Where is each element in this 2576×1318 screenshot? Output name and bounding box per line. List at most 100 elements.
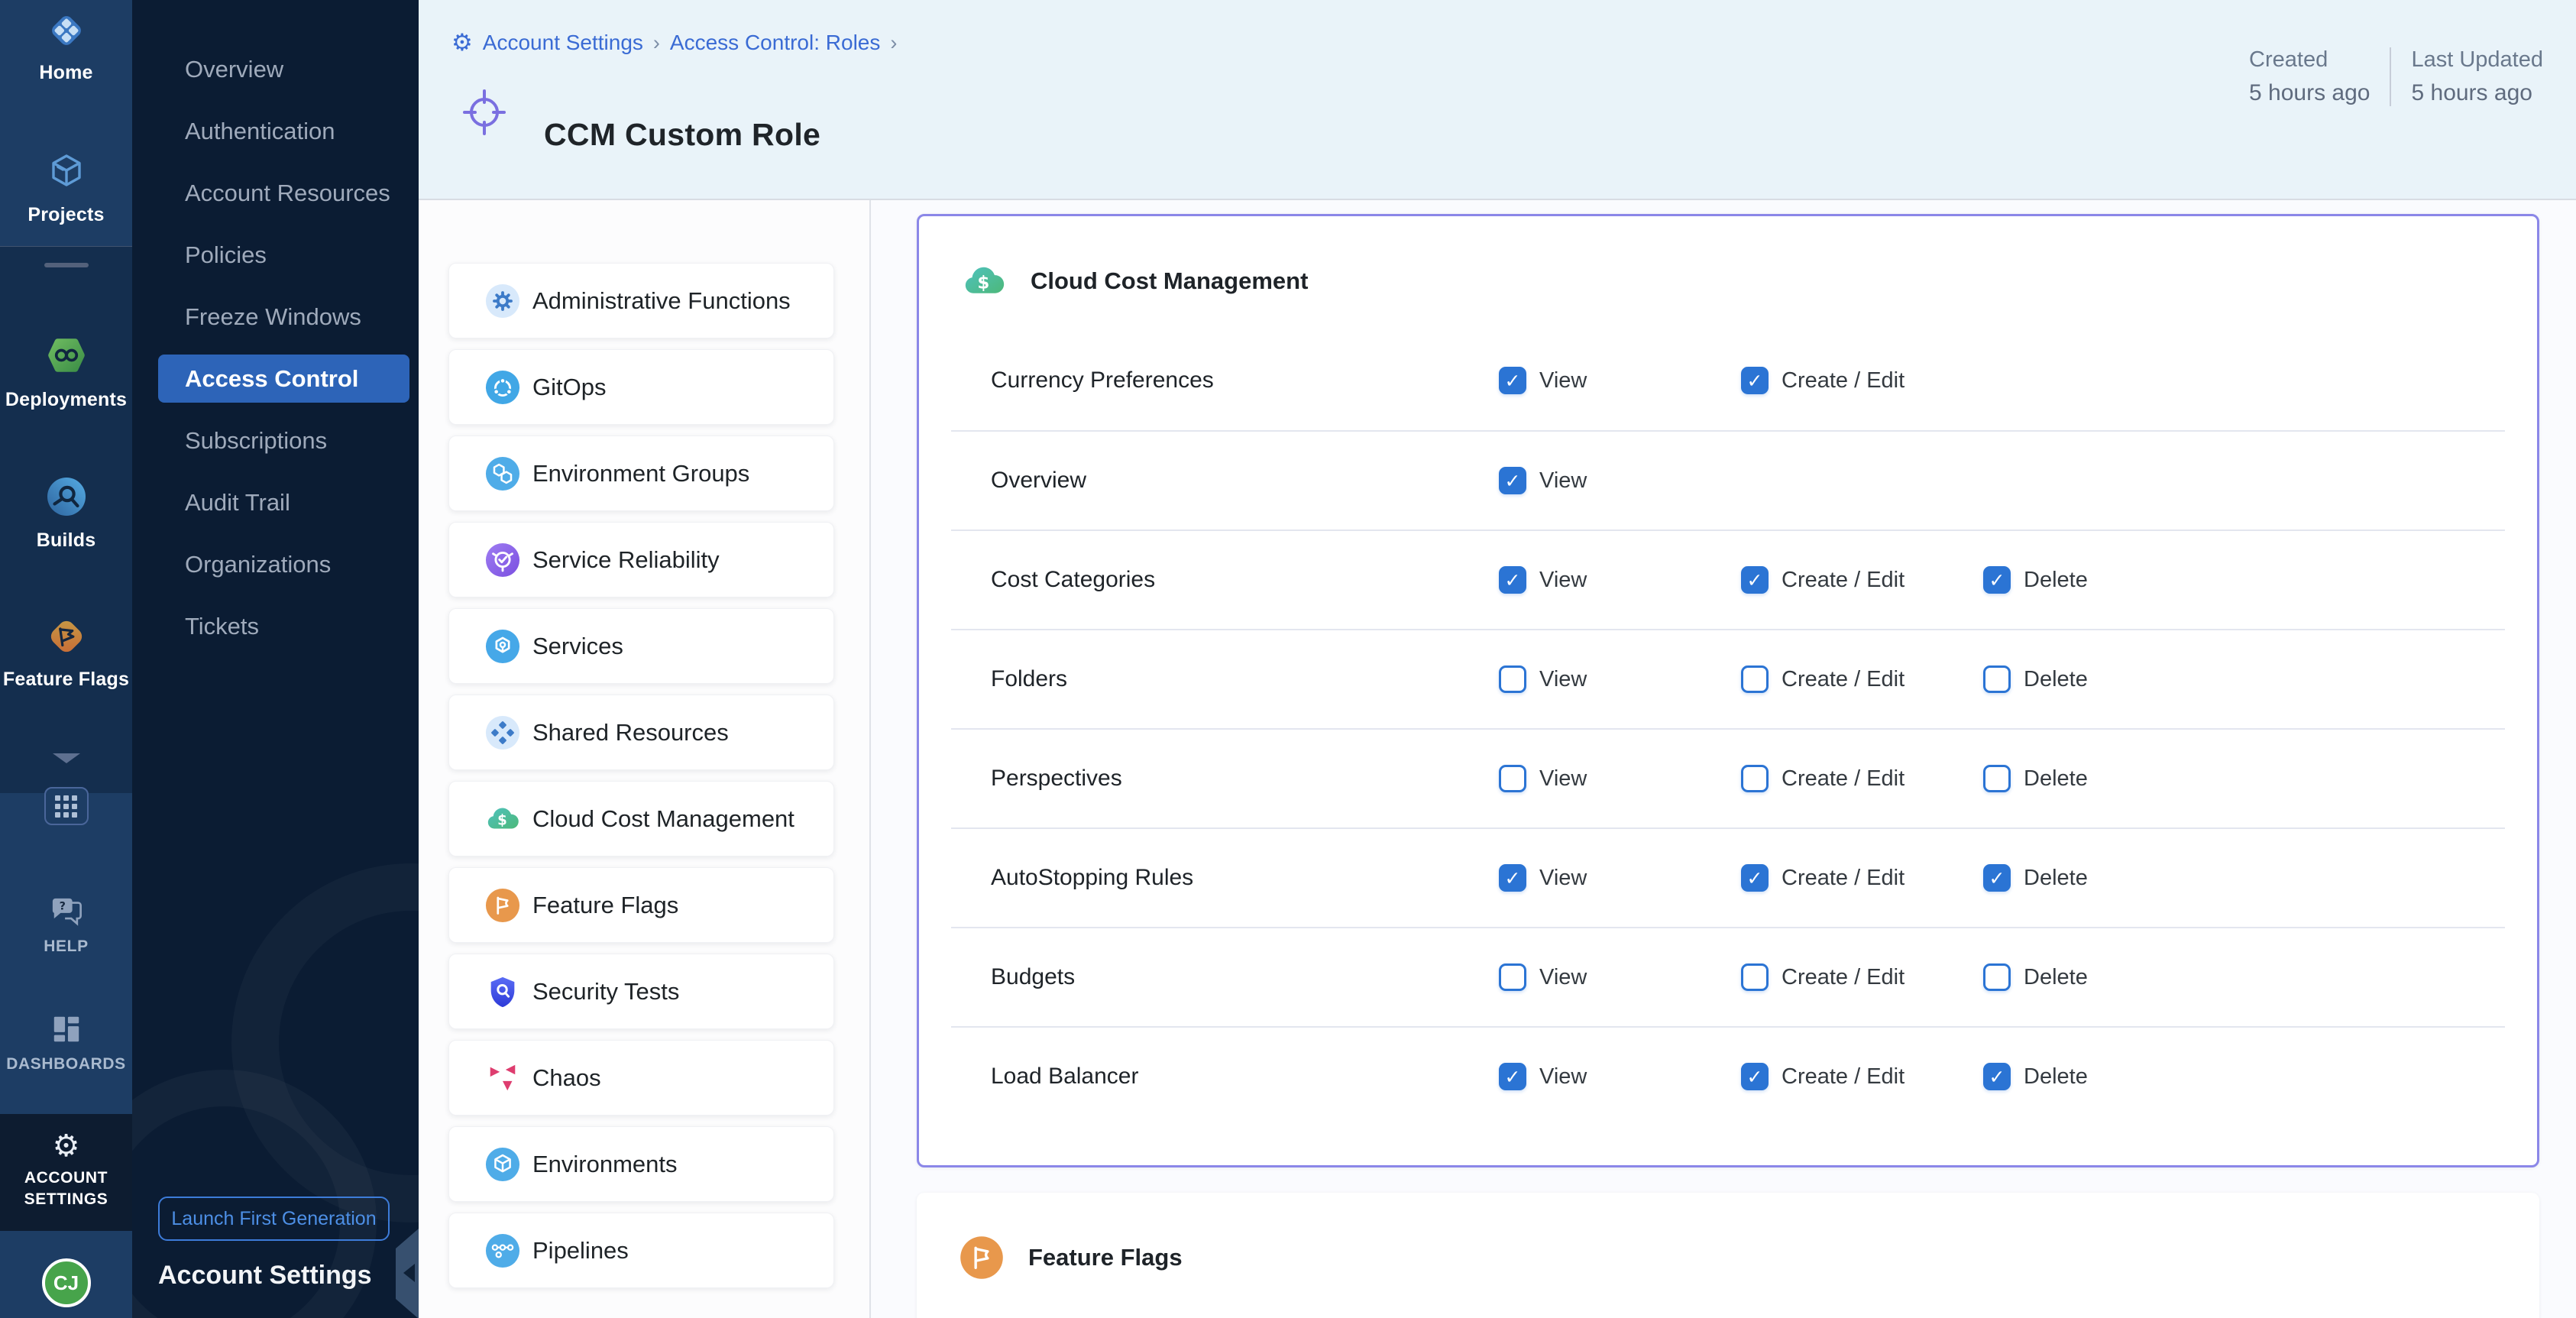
ccm-cloud-icon: $: [485, 801, 520, 837]
resource-label: Perspectives: [991, 766, 1122, 792]
resource-group-card[interactable]: GitOps: [448, 349, 834, 425]
all-modules-button[interactable]: [44, 787, 89, 825]
permission-toggle[interactable]: ✓ Delete: [1983, 864, 2088, 892]
permission-row: Currency Preferences ✓ View ✓ Create / E…: [951, 331, 2505, 430]
permission-toggle[interactable]: ✓ View: [1499, 367, 1587, 394]
permission-label: View: [1539, 468, 1587, 494]
settings-nav-item[interactable]: Overview: [132, 38, 419, 100]
permission-toggle[interactable]: Create / Edit: [1741, 765, 1904, 792]
permission-label: Delete: [2024, 1064, 2088, 1090]
permission-toggle[interactable]: ✓ Delete: [1983, 1063, 2088, 1090]
permission-toggle[interactable]: Delete: [1983, 765, 2088, 792]
permission-toggle[interactable]: View: [1499, 665, 1587, 693]
deployments-icon: [44, 333, 89, 381]
breadcrumb-account-settings[interactable]: Account Settings: [483, 31, 643, 55]
ccm-cloud-icon: $: [962, 259, 1006, 303]
permission-toggle[interactable]: ✓ View: [1499, 1063, 1587, 1090]
rail-item-feature-flags[interactable]: Feature Flags: [0, 616, 132, 691]
sidebar-footer-title: Account Settings: [158, 1261, 372, 1290]
breadcrumb-access-control-roles[interactable]: Access Control: Roles: [670, 31, 880, 55]
pipelines-icon: [485, 1233, 520, 1268]
permission-toggle[interactable]: ✓ Create / Edit: [1741, 1063, 1904, 1090]
rail-label-builds: Builds: [37, 529, 96, 552]
permission-toggle[interactable]: ✓ Create / Edit: [1741, 566, 1904, 594]
section-title: Feature Flags: [1028, 1244, 1183, 1271]
settings-nav-item[interactable]: Tickets: [132, 595, 419, 657]
help-icon: ?: [49, 895, 84, 931]
feature-flags-icon: [46, 616, 87, 661]
section-title: Cloud Cost Management: [1031, 267, 1308, 295]
permission-toggle[interactable]: Create / Edit: [1741, 963, 1904, 991]
launch-first-generation-button[interactable]: Launch First Generation: [158, 1197, 390, 1241]
permission-toggle[interactable]: Delete: [1983, 665, 2088, 693]
last-updated-label: Last Updated: [2411, 47, 2543, 73]
environments-icon: [485, 1147, 520, 1182]
permission-toggle[interactable]: ✓ Delete: [1983, 566, 2088, 594]
app: { "colors": { "accent_blue": "#2D64B8", …: [0, 0, 2576, 1318]
settings-nav-item[interactable]: Subscriptions: [132, 410, 419, 471]
permission-toggle[interactable]: Delete: [1983, 963, 2088, 991]
permission-toggle[interactable]: View: [1499, 765, 1587, 792]
resource-group-card[interactable]: Service Reliability: [448, 522, 834, 597]
grid-icon: [55, 795, 77, 818]
chevron-down-icon[interactable]: [53, 753, 80, 763]
settings-nav-item[interactable]: Policies: [132, 224, 419, 286]
resource-group-card[interactable]: Shared Resources: [448, 695, 834, 770]
rail-item-projects[interactable]: Projects: [0, 150, 132, 226]
permission-label: View: [1539, 965, 1587, 990]
permission-row: Folders View Create / Edit Delete: [951, 629, 2505, 728]
resource-label: Folders: [991, 666, 1067, 692]
settings-nav-item[interactable]: Audit Trail: [132, 471, 419, 533]
resource-group-card[interactable]: Environments: [448, 1126, 834, 1202]
rail-item-deployments[interactable]: Deployments: [0, 333, 132, 411]
resource-group-card[interactable]: Feature Flags: [448, 867, 834, 943]
services-icon: [485, 629, 520, 664]
settings-nav-item[interactable]: Access Control: [158, 355, 409, 403]
rail-item-help[interactable]: ? HELP: [0, 895, 132, 956]
settings-nav-item[interactable]: Authentication: [132, 100, 419, 162]
page-title: CCM Custom Role: [544, 117, 820, 153]
resource-group-card[interactable]: Environment Groups: [448, 436, 834, 511]
feature-flags-icon: [485, 888, 520, 923]
checkbox: [1499, 665, 1526, 693]
settings-nav-item[interactable]: Account Resources: [132, 162, 419, 224]
checkbox: ✓: [1499, 1063, 1526, 1090]
checkbox: ✓: [1741, 1063, 1769, 1090]
permission-label: Create / Edit: [1782, 667, 1904, 692]
settings-sidebar: OverviewAuthenticationAccount ResourcesP…: [132, 0, 419, 1318]
permission-toggle[interactable]: ✓ Create / Edit: [1741, 864, 1904, 892]
permission-toggle[interactable]: View: [1499, 963, 1587, 991]
rail-label-dashboards: DASHBOARDS: [6, 1055, 126, 1074]
checkbox: ✓: [1499, 467, 1526, 494]
permission-toggle[interactable]: ✓ View: [1499, 864, 1587, 892]
resource-group-label: Services: [532, 633, 623, 660]
rail-item-dashboards[interactable]: DASHBOARDS: [0, 1013, 132, 1074]
resource-group-card[interactable]: Pipelines: [448, 1213, 834, 1288]
permissions-section-card: $ Cloud Cost Management Currency Prefere…: [917, 214, 2539, 1167]
resource-group-card[interactable]: Services: [448, 608, 834, 684]
rail-item-builds[interactable]: Builds: [0, 475, 132, 552]
resource-group-card[interactable]: Chaos: [448, 1040, 834, 1116]
permission-label: Create / Edit: [1782, 766, 1904, 792]
permission-row: Perspectives View Create / Edit Delete: [951, 728, 2505, 827]
avatar[interactable]: CJ: [42, 1258, 91, 1307]
checkbox: [1983, 665, 2011, 693]
feature-flags-icon: [960, 1235, 1004, 1280]
permission-toggle[interactable]: ✓ View: [1499, 566, 1587, 594]
checkbox: [1499, 963, 1526, 991]
permission-toggle[interactable]: ✓ Create / Edit: [1741, 367, 1904, 394]
crosshair-icon: [457, 86, 512, 141]
checkbox: [1983, 963, 2011, 991]
created-value: 5 hours ago: [2249, 80, 2370, 106]
permission-toggle[interactable]: Create / Edit: [1741, 665, 1904, 693]
rail-item-home[interactable]: Home: [0, 11, 132, 84]
rail-item-account-settings[interactable]: ⚙ ACCOUNT SETTINGS: [0, 1129, 132, 1210]
settings-nav-item[interactable]: Organizations: [132, 533, 419, 595]
resource-group-card[interactable]: Security Tests: [448, 954, 834, 1029]
resource-group-card[interactable]: Administrative Functions: [448, 263, 834, 338]
permission-toggle[interactable]: ✓ View: [1499, 467, 1587, 494]
settings-nav-item[interactable]: Freeze Windows: [132, 286, 419, 348]
permission-label: Delete: [2024, 965, 2088, 990]
checkbox: ✓: [1499, 864, 1526, 892]
resource-group-card[interactable]: $ Cloud Cost Management: [448, 781, 834, 857]
